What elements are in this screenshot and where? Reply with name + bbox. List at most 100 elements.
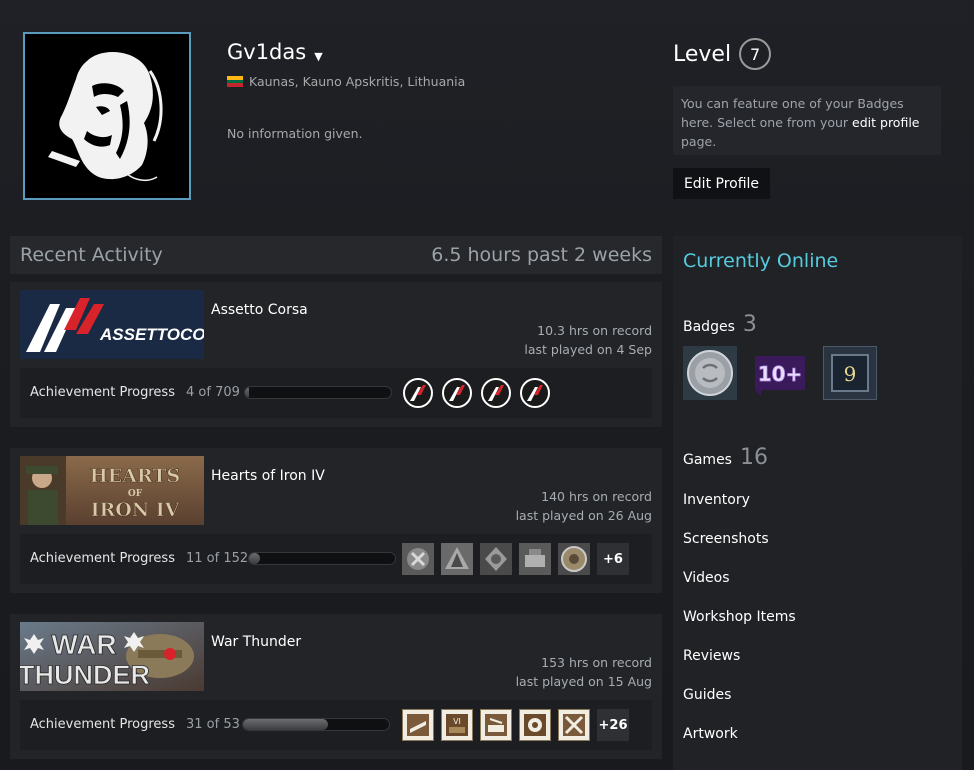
achievement-icon[interactable] xyxy=(441,377,473,409)
game-hours: 153 hrs on record xyxy=(541,655,652,670)
capsule-text: WAR xyxy=(51,629,116,660)
games-label: Games xyxy=(683,452,732,468)
screenshots-link[interactable]: Screenshots xyxy=(683,531,769,547)
more-achievements-button[interactable]: +6 xyxy=(597,543,629,575)
guides-link[interactable]: Guides xyxy=(683,687,731,703)
capsule-text: HEARTS xyxy=(90,465,181,487)
badge-list: 10+ 9 xyxy=(683,346,877,400)
lithuania-flag-icon xyxy=(227,76,243,88)
achievement-icon[interactable] xyxy=(519,709,551,741)
level-display: Level 7 xyxy=(673,38,772,70)
profile-sidebar: Currently Online Badges 3 10+ 9 Games 16… xyxy=(673,236,962,770)
recent-activity-header: Recent Activity 6.5 hours past 2 weeks xyxy=(10,236,662,274)
game-card: WAR THUNDER War Thunder 153 hrs on recor… xyxy=(10,614,662,759)
achievement-progress-bar xyxy=(242,718,390,731)
location-text: Kaunas, Kauno Apskritis, Lithuania xyxy=(249,74,466,89)
game-last-played: last played on 4 Sep xyxy=(524,342,652,357)
achievement-icon[interactable] xyxy=(480,377,512,409)
featured-badge-hint: You can feature one of your Badges here.… xyxy=(673,86,941,155)
reviews-link[interactable]: Reviews xyxy=(683,648,740,664)
achievement-count: 4 of 709 xyxy=(186,385,240,400)
games-link[interactable]: Games 16 xyxy=(683,445,768,470)
achievement-icon[interactable] xyxy=(558,709,590,741)
workshop-items-link[interactable]: Workshop Items xyxy=(683,609,796,625)
capsule-text: ASSETTOCORSA xyxy=(99,325,204,344)
badge-item[interactable]: 9 xyxy=(823,346,877,400)
achievement-progress-bar xyxy=(248,552,396,565)
capsule-text: IRON IV xyxy=(91,499,181,521)
achievement-progress-bar xyxy=(244,386,392,399)
game-hours: 140 hrs on record xyxy=(541,489,652,504)
capsule-text: THUNDER xyxy=(20,660,150,690)
achievement-progress-box[interactable]: Achievement Progress 4 of 709 xyxy=(20,368,652,418)
avatar-image xyxy=(32,41,182,191)
game-name[interactable]: War Thunder xyxy=(211,634,301,650)
capsule-text: OF xyxy=(128,489,143,499)
persona-name: Gv1das xyxy=(227,40,307,64)
hint-suffix: page. xyxy=(681,134,717,149)
more-achievements-button[interactable]: +26 xyxy=(597,709,629,741)
edit-profile-link[interactable]: edit profile xyxy=(852,115,919,130)
game-capsule-war-thunder[interactable]: WAR THUNDER xyxy=(20,622,204,691)
coin-badge-icon xyxy=(683,346,737,400)
achievement-icon[interactable]: VI xyxy=(441,709,473,741)
level-badge: 7 xyxy=(739,38,772,70)
level-badge-icon: 9 xyxy=(823,346,877,400)
achievement-icons: VI +26 xyxy=(402,709,629,741)
chevron-down-icon: ▼ xyxy=(314,49,323,63)
game-card: ASSETTOCORSA Assetto Corsa 10.3 hrs on r… xyxy=(10,282,662,427)
badges-count: 3 xyxy=(742,312,757,337)
badge-item[interactable]: 10+ xyxy=(753,346,807,400)
game-name[interactable]: Hearts of Iron IV xyxy=(211,468,325,484)
achievement-icon[interactable] xyxy=(480,709,512,741)
games-count: 16 xyxy=(739,445,768,470)
game-card: HEARTS OF IRON IV Hearts of Iron IV 140 … xyxy=(10,448,662,593)
game-last-played: last played on 26 Aug xyxy=(515,508,652,523)
inventory-link[interactable]: Inventory xyxy=(683,492,750,508)
edit-profile-button[interactable]: Edit Profile xyxy=(673,168,770,199)
videos-link[interactable]: Videos xyxy=(683,570,730,586)
roman-numeral-icon: VI xyxy=(453,717,461,726)
game-hours: 10.3 hrs on record xyxy=(537,323,652,338)
hearts-of-iron-logo: HEARTS OF IRON IV xyxy=(20,456,204,525)
game-last-played: last played on 15 Aug xyxy=(515,674,652,689)
profile-summary: No information given. xyxy=(227,126,363,141)
location: Kaunas, Kauno Apskritis, Lithuania xyxy=(227,74,465,89)
level-label: Level xyxy=(673,41,732,67)
years-of-service-badge-icon: 10+ xyxy=(755,356,805,396)
badges-link[interactable]: Badges 3 xyxy=(683,312,757,337)
achievement-progress-fill xyxy=(243,719,329,730)
achievement-icon[interactable] xyxy=(558,543,590,575)
persona-name-dropdown[interactable]: Gv1das ▼ xyxy=(227,40,323,64)
game-name[interactable]: Assetto Corsa xyxy=(211,302,308,318)
achievement-label: Achievement Progress xyxy=(30,551,175,566)
achievement-progress-box[interactable]: Achievement Progress 11 of 152 +6 xyxy=(20,534,652,584)
achievement-icon[interactable] xyxy=(519,377,551,409)
achievement-icon[interactable] xyxy=(402,543,434,575)
game-capsule-assetto-corsa[interactable]: ASSETTOCORSA xyxy=(20,290,204,359)
achievement-icons xyxy=(402,377,551,409)
badge-item[interactable] xyxy=(683,346,737,400)
achievement-count: 11 of 152 xyxy=(186,551,249,566)
avatar[interactable] xyxy=(23,32,191,200)
achievement-label: Achievement Progress xyxy=(30,717,175,732)
achievement-icon[interactable] xyxy=(519,543,551,575)
achievement-icon[interactable] xyxy=(480,543,512,575)
achievement-icon[interactable] xyxy=(402,709,434,741)
achievement-count: 31 of 53 xyxy=(186,717,240,732)
online-status: Currently Online xyxy=(683,250,839,272)
recent-activity-hours: 6.5 hours past 2 weeks xyxy=(431,244,652,266)
achievement-progress-fill xyxy=(249,553,260,564)
achievement-label: Achievement Progress xyxy=(30,385,175,400)
achievement-icons: +6 xyxy=(402,543,629,575)
war-thunder-logo: WAR THUNDER xyxy=(20,622,204,691)
badges-label: Badges xyxy=(683,319,735,335)
recent-activity-title: Recent Activity xyxy=(20,244,163,266)
assetto-corsa-logo: ASSETTOCORSA xyxy=(20,290,204,359)
game-capsule-hearts-of-iron-iv[interactable]: HEARTS OF IRON IV xyxy=(20,456,204,525)
achievement-icon[interactable] xyxy=(441,543,473,575)
achievement-icon[interactable] xyxy=(402,377,434,409)
badge-text: 10+ xyxy=(758,362,803,386)
achievement-progress-box[interactable]: Achievement Progress 31 of 53 VI +26 xyxy=(20,700,652,750)
artwork-link[interactable]: Artwork xyxy=(683,726,738,742)
